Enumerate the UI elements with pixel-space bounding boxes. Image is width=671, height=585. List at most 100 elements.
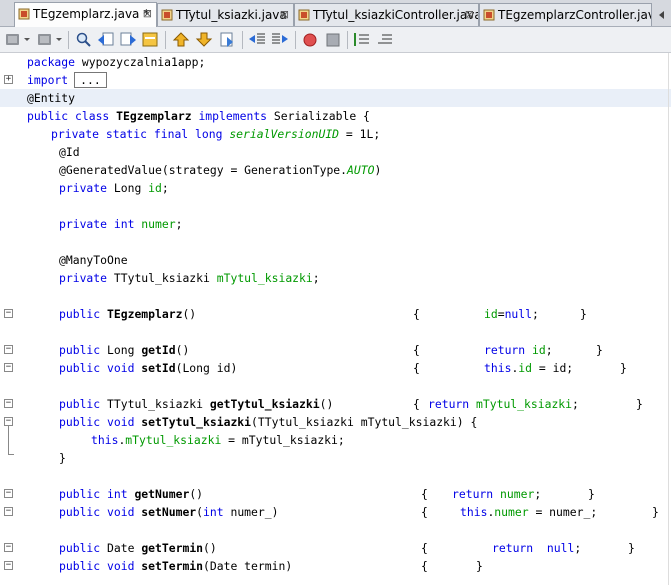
keyword: import xyxy=(27,73,69,87)
collapse-fold-icon[interactable]: − xyxy=(4,345,13,354)
brace: } xyxy=(476,559,483,573)
code-line: private Long id; xyxy=(0,179,671,197)
field-name: id xyxy=(532,343,546,357)
brace: } xyxy=(59,451,66,465)
tab-label: TTytul_ksiazki.java xyxy=(176,8,287,22)
find-icon[interactable] xyxy=(75,31,93,48)
enum-constant: AUTO xyxy=(347,163,375,177)
shift-left-icon[interactable] xyxy=(248,31,266,48)
forward-dropdown-icon[interactable] xyxy=(54,31,64,48)
collapse-fold-icon[interactable]: − xyxy=(4,489,13,498)
java-file-icon xyxy=(18,8,30,20)
tab-ttytul-ksiazki-java[interactable]: TTytul_ksiazki.java ⊠ xyxy=(157,3,294,26)
tab-ttytul-ksiazki-controller-java[interactable]: TTytul_ksiazkiController.java ⊠ xyxy=(294,3,479,26)
method-name: getTytul_ksiazki xyxy=(209,397,320,411)
tab-tegzemplarz-controller-java[interactable]: TEgzemplarzController.java... xyxy=(479,3,652,26)
keyword: private int xyxy=(59,217,135,231)
method-name: getId xyxy=(141,343,176,357)
brace: } xyxy=(636,397,643,411)
code-line: public class TEgzemplarz implements Seri… xyxy=(0,107,671,125)
keyword: public void xyxy=(59,559,135,573)
keyword: this xyxy=(91,433,119,447)
keyword: public int xyxy=(59,487,128,501)
close-tab-icon[interactable]: ⊠ xyxy=(280,4,289,26)
annotation: @ManyToOne xyxy=(59,253,128,267)
collapse-fold-icon[interactable]: − xyxy=(4,309,13,318)
code-line: @ManyToOne xyxy=(0,251,671,269)
previous-bookmark-icon[interactable] xyxy=(172,31,190,48)
next-bookmark-icon[interactable] xyxy=(195,31,213,48)
collapse-fold-icon[interactable]: − xyxy=(4,543,13,552)
expand-fold-icon[interactable]: + xyxy=(4,75,13,84)
package-name: wypozyczalnia1app; xyxy=(75,55,206,69)
comment-icon[interactable] xyxy=(353,31,371,48)
code-text: Long xyxy=(100,343,142,357)
collapse-fold-icon[interactable]: − xyxy=(4,363,13,372)
right-margin-line xyxy=(668,53,669,585)
uncomment-icon[interactable] xyxy=(376,31,394,48)
find-next-icon[interactable] xyxy=(119,31,137,48)
code-line: private static final long serialVersionU… xyxy=(0,125,671,143)
close-tab-icon[interactable]: ⊠ xyxy=(143,3,152,25)
brace: } xyxy=(596,343,603,357)
stop-macro-icon[interactable] xyxy=(324,31,342,48)
code-text: () xyxy=(182,307,197,321)
code-text: ; xyxy=(175,217,183,231)
code-editor[interactable]: package wypozyczalnia1app; + import... @… xyxy=(0,53,671,585)
annotation: @Entity xyxy=(27,91,76,105)
field-name: mTytul_ksiazki xyxy=(125,433,222,447)
find-previous-icon[interactable] xyxy=(97,31,115,48)
brace: { xyxy=(413,397,420,411)
code-line: private TTytul_ksiazki mTytul_ksiazki; xyxy=(0,269,671,287)
editor-toolbar xyxy=(0,27,671,53)
field-name: numer xyxy=(500,487,535,501)
brace: } xyxy=(620,361,627,375)
code-line: @GeneratedValue(strategy = GenerationTyp… xyxy=(0,161,671,179)
start-macro-icon[interactable] xyxy=(301,31,319,48)
brace: { xyxy=(421,505,428,519)
code-line: this.mTytul_ksiazki = mTytul_ksiazki; xyxy=(91,433,345,447)
shift-right-icon[interactable] xyxy=(271,31,289,48)
collapse-fold-icon[interactable]: − xyxy=(4,507,13,516)
keyword: private xyxy=(59,271,108,285)
close-tab-icon[interactable]: ⊠ xyxy=(465,4,474,26)
collapse-fold-icon[interactable]: − xyxy=(4,399,13,408)
java-file-icon xyxy=(483,9,495,21)
code-text: (Long id) xyxy=(175,361,238,375)
keyword: public xyxy=(59,343,101,357)
tab-label: TTytul_ksiazkiController.java xyxy=(313,8,479,22)
brace: { xyxy=(413,343,420,357)
code-text: ; xyxy=(545,343,553,357)
code-text: ) xyxy=(374,163,382,177)
collapsed-imports[interactable]: ... xyxy=(74,72,107,88)
keyword: implements xyxy=(198,109,268,123)
collapse-fold-icon[interactable]: − xyxy=(4,417,13,426)
forward-icon[interactable] xyxy=(36,31,54,48)
tab-scroll-left-icon[interactable] xyxy=(655,7,669,21)
code-text: = id; xyxy=(532,361,574,375)
keyword: public void xyxy=(59,361,135,375)
brace: { xyxy=(421,541,428,555)
code-line: − public TTytul_ksiazki getTytul_ksiazki… xyxy=(0,395,671,413)
keyword: return xyxy=(452,487,494,501)
java-file-icon xyxy=(161,9,173,21)
code-text: ( xyxy=(196,505,204,519)
code-text: ; xyxy=(312,271,320,285)
java-file-icon xyxy=(298,9,310,21)
back-icon[interactable] xyxy=(4,31,22,48)
tab-tegzemplarz-java[interactable]: TEgzemplarz.java * ⊠ xyxy=(14,2,157,27)
code-text: (TTytul_ksiazki mTytul_ksiazki) { xyxy=(251,415,478,429)
method-name: setTytul_ksiazki xyxy=(141,415,252,429)
method-name: getTermin xyxy=(141,541,204,555)
keyword: return xyxy=(492,541,534,555)
method-name: TEgzemplarz xyxy=(107,307,183,321)
toggle-highlight-icon[interactable] xyxy=(141,31,159,48)
collapse-fold-icon[interactable]: − xyxy=(4,561,13,570)
brace: { xyxy=(413,307,420,321)
keyword: private static final long xyxy=(51,127,223,141)
code-text: TTytul_ksiazki xyxy=(107,271,217,285)
toggle-bookmark-icon[interactable] xyxy=(218,31,236,48)
code-text: Long xyxy=(107,181,149,195)
method-name: getNumer xyxy=(134,487,190,501)
back-dropdown-icon[interactable] xyxy=(22,31,32,48)
